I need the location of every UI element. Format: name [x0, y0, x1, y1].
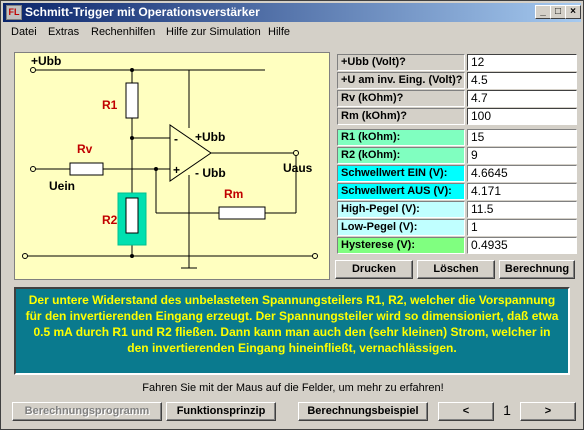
label-rv: Rv (kOhm)?: [337, 90, 465, 107]
low-pegel-value: 1: [467, 219, 577, 236]
minimize-button[interactable]: _: [535, 5, 551, 19]
ubb-volt-input[interactable]: 12: [467, 54, 577, 71]
hysterese-value: 0.4935: [467, 237, 577, 254]
label-hysterese: Hysterese (V):: [337, 237, 465, 254]
circuit-schematic: +Ubb R1 Rv Uein R2 +Ubb - Ubb - + Uaus R…: [22, 54, 318, 269]
loeschen-button[interactable]: Löschen: [417, 260, 495, 279]
r2-resistor[interactable]: [125, 197, 139, 234]
menu-rechenhilfen[interactable]: Rechenhilfen: [91, 26, 155, 38]
label-op-minus-ubb: - Ubb: [195, 166, 226, 180]
label-rm: Rm (kOhm)?: [337, 108, 465, 125]
r2-result-value: 9: [467, 147, 577, 164]
label-schwellwert-ein: Schwellwert EIN (V):: [337, 165, 465, 182]
label-plus-input: +: [173, 163, 180, 177]
label-minus-input: -: [174, 132, 178, 146]
label-ubb-top: +Ubb: [31, 54, 61, 68]
r1-result-value: 15: [467, 129, 577, 146]
label-high-pegel: High-Pegel (V):: [337, 201, 465, 218]
label-uein: Uein: [49, 179, 75, 193]
funktionsprinzip-button[interactable]: Funktionsprinzip: [166, 402, 276, 421]
app-icon[interactable]: FL: [6, 5, 22, 20]
berechnung-button[interactable]: Berechnung: [499, 260, 575, 279]
menu-hilfe-zur-simulation[interactable]: Hilfe zur Simulation: [166, 26, 261, 38]
prev-page-button[interactable]: <: [438, 402, 494, 421]
maximize-button[interactable]: □: [550, 5, 566, 19]
rv-input[interactable]: 4.7: [467, 90, 577, 107]
rv-resistor[interactable]: [69, 162, 104, 176]
berechnungsbeispiel-button[interactable]: Berechnungsbeispiel: [298, 402, 428, 421]
label-r2-result: R2 (kOhm):: [337, 147, 465, 164]
terminal-uein: [30, 166, 36, 172]
berechnungsprogramm-button[interactable]: Berechnungsprogramm: [12, 402, 162, 421]
schwellwert-aus-value: 4.171: [467, 183, 577, 200]
u-inv-eingang-input[interactable]: 4.5: [467, 72, 577, 89]
menu-bar: Datei Extras Rechenhilfen Hilfe zur Simu…: [3, 23, 581, 42]
menu-datei[interactable]: Datei: [11, 26, 37, 38]
label-r1: R1: [102, 98, 118, 112]
label-low-pegel: Low-Pegel (V):: [337, 219, 465, 236]
schwellwert-ein-value: 4.6645: [467, 165, 577, 182]
info-panel: Der untere Widerstand des unbelasteten S…: [14, 287, 570, 375]
label-r1-result: R1 (kOhm):: [337, 129, 465, 146]
title-bar[interactable]: FL Schmitt-Trigger mit Operationsverstär…: [3, 3, 581, 22]
label-r2: R2: [102, 213, 118, 227]
circuit-diagram: +Ubb R1 Rv Uein R2 +Ubb - Ubb - + Uaus R…: [14, 52, 330, 280]
terminal-ground-right: [312, 253, 318, 259]
close-button[interactable]: ×: [565, 5, 581, 19]
label-schwellwert-aus: Schwellwert AUS (V):: [337, 183, 465, 200]
hint-text: Fahren Sie mit der Maus auf die Felder, …: [142, 382, 444, 394]
page-number: 1: [503, 402, 511, 418]
menu-extras[interactable]: Extras: [48, 26, 79, 38]
next-page-button[interactable]: >: [520, 402, 576, 421]
label-uaus: Uaus: [283, 161, 313, 175]
terminal-ubb: [30, 67, 36, 73]
label-ubb-volt: +Ubb (Volt)?: [337, 54, 465, 71]
menu-hilfe[interactable]: Hilfe: [268, 26, 290, 38]
drucken-button[interactable]: Drucken: [335, 260, 413, 279]
label-rv: Rv: [77, 142, 93, 156]
terminal-ground: [22, 253, 28, 259]
label-op-plus-ubb: +Ubb: [195, 130, 225, 144]
window-title: Schmitt-Trigger mit Operationsverstärker: [25, 5, 260, 19]
rm-input[interactable]: 100: [467, 108, 577, 125]
r1-resistor[interactable]: [125, 82, 139, 119]
label-rm: Rm: [224, 187, 243, 201]
main-window: FL Schmitt-Trigger mit Operationsverstär…: [0, 0, 584, 430]
terminal-uaus: [293, 150, 299, 156]
high-pegel-value: 11.5: [467, 201, 577, 218]
label-u-inv-eingang: +U am inv. Eing. (Volt)?: [337, 72, 465, 89]
rm-resistor[interactable]: [218, 206, 266, 220]
